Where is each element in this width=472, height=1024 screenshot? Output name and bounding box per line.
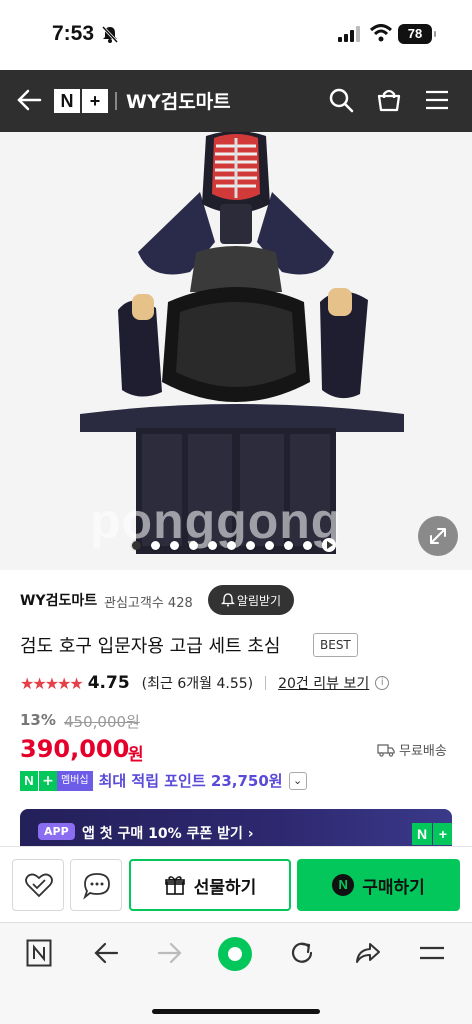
best-badge: BEST: [313, 633, 358, 657]
discount-rate: 13%: [20, 711, 56, 729]
home-indicator: [152, 1009, 320, 1014]
nplus-plus: +: [39, 770, 57, 791]
nplus-plus: +: [82, 89, 108, 113]
expand-icon: [430, 528, 446, 544]
wishlist-button[interactable]: [12, 859, 64, 911]
gift-label: 선물하기: [193, 877, 257, 898]
back-icon[interactable]: [92, 939, 120, 967]
seller-name[interactable]: WY검도마트: [20, 590, 97, 610]
back-arrow-icon[interactable]: [16, 87, 42, 113]
purchase-action-bar: 선물하기 N 구매하기: [0, 846, 472, 922]
menu-icon[interactable]: [424, 87, 450, 113]
carousel-dot[interactable]: [265, 540, 274, 550]
carousel-dot[interactable]: [284, 540, 293, 550]
buy-label: 구매하기: [362, 877, 425, 898]
carousel-dots[interactable]: [132, 538, 336, 552]
nplus-plus: +: [433, 823, 452, 845]
bell-muted-icon: [101, 25, 119, 44]
carousel-dot[interactable]: [246, 540, 255, 550]
app-coupon-banner[interactable]: APP 앱 첫 구매 10% 쿠폰 받기 › N +: [20, 809, 452, 849]
price-unit: 원: [128, 745, 144, 765]
rating-row: ★★★★★ 4.75 (최근 6개월 4.55) 20건 리뷰 보기 i: [20, 673, 390, 693]
alarm-button[interactable]: 알림받기: [208, 585, 294, 615]
nplus-n: N: [412, 823, 432, 845]
gift-button[interactable]: 선물하기: [129, 859, 291, 911]
nplus-n: N: [54, 89, 80, 113]
carousel-dot[interactable]: [227, 540, 236, 550]
gift-icon: [164, 876, 185, 895]
browser-toolbar: [0, 922, 472, 1024]
npay-icon: N: [332, 874, 355, 896]
points-row[interactable]: N + 멤버십 최대 적립 포인트 23,750원 ⌄: [20, 770, 307, 791]
points-text: 최대 적립 포인트 23,750원: [98, 772, 283, 790]
original-price: 450,000원: [64, 713, 140, 731]
carousel-dot[interactable]: [151, 540, 160, 550]
store-name[interactable]: WY검도마트: [126, 87, 231, 114]
green-dot-icon[interactable]: [216, 935, 254, 973]
carousel-dot[interactable]: [208, 540, 217, 550]
chat-button[interactable]: [70, 859, 122, 911]
shipping-label: 무료배송: [399, 744, 447, 759]
status-time: 7:53: [52, 22, 95, 45]
menu-icon[interactable]: [418, 939, 446, 967]
sale-price: 390,000: [20, 735, 130, 763]
nplus-membership-badge: N + 멤버십: [20, 770, 93, 791]
carousel-dot[interactable]: [303, 540, 312, 550]
carousel-dot[interactable]: [170, 540, 179, 550]
product-image[interactable]: ponggong: [0, 132, 472, 570]
truck-icon: [377, 743, 395, 757]
cart-icon[interactable]: [376, 87, 402, 113]
search-icon[interactable]: [328, 87, 354, 113]
carousel-dot[interactable]: [132, 540, 141, 550]
chat-bubble-icon: [83, 873, 110, 900]
star-rating: ★★★★★: [20, 673, 84, 693]
membership-label: 멤버십: [57, 770, 93, 791]
play-icon[interactable]: [322, 538, 336, 552]
recent-rating: (최근 6개월 4.55): [141, 676, 254, 692]
app-label: APP: [38, 823, 75, 840]
shipping-info: 무료배송: [377, 740, 447, 759]
naver-home-icon[interactable]: [26, 939, 52, 967]
share-icon[interactable]: [354, 939, 382, 967]
reviews-link[interactable]: 20건 리뷰 보기: [278, 673, 369, 693]
wifi-icon: [370, 24, 392, 42]
nplus-logo[interactable]: N +: [54, 89, 110, 113]
nplus-n: N: [20, 770, 38, 791]
battery-indicator: 78: [398, 24, 436, 44]
alarm-label: 알림받기: [236, 593, 282, 608]
status-bar: 7:53 78: [0, 0, 472, 70]
forward-icon[interactable]: [156, 939, 184, 967]
buy-button[interactable]: N 구매하기: [297, 859, 460, 911]
header-divider: [115, 92, 117, 110]
rating-separator: [265, 676, 267, 690]
app-header: N + WY검도마트: [0, 70, 472, 132]
info-icon[interactable]: i: [375, 676, 390, 690]
refresh-icon[interactable]: [288, 939, 316, 967]
expand-image-button[interactable]: [418, 516, 458, 556]
follower-count: 관심고객수 428: [104, 596, 193, 611]
chevron-down-icon[interactable]: ⌄: [288, 771, 307, 790]
signal-icon: [338, 26, 360, 42]
nplus-logo: N +: [412, 823, 452, 845]
carousel-dot[interactable]: [189, 540, 198, 550]
product-title: 검도 호구 입문자용 고급 세트 초심: [20, 636, 281, 657]
banner-text: 앱 첫 구매 10% 쿠폰 받기 ›: [82, 826, 254, 842]
bell-plus-icon: [220, 593, 235, 607]
rating-score: 4.75: [87, 673, 130, 693]
heart-check-icon: [25, 873, 53, 898]
